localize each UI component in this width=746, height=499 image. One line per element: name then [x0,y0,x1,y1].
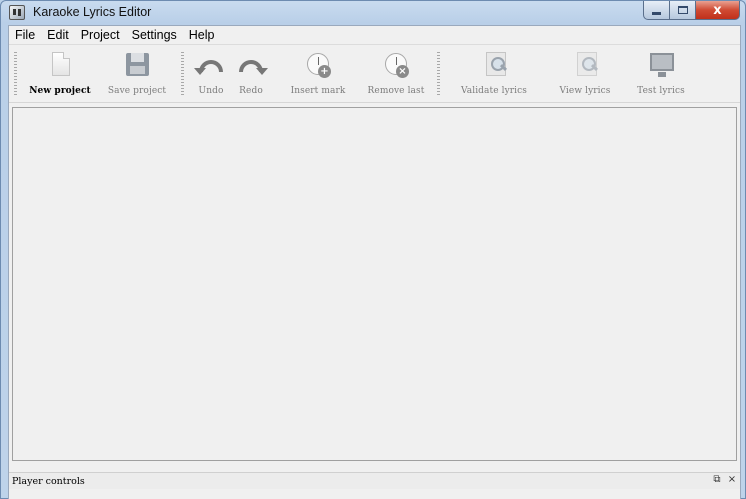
title-bar[interactable]: Karaoke Lyrics Editor x [1,1,745,25]
remove-last-label: Remove last [367,86,425,96]
maximize-button[interactable] [670,1,696,20]
new-document-icon [46,52,74,80]
save-project-label: Save project [107,86,167,96]
toolbar-grip[interactable] [14,52,17,96]
test-lyrics-button[interactable]: Test lyrics [627,50,695,102]
menu-bar: File Edit Project Settings Help [9,26,740,45]
close-dock-icon[interactable]: × [726,474,738,486]
monitor-icon [647,52,675,80]
redo-button[interactable]: Redo [235,50,268,102]
close-icon: x [713,2,722,18]
close-button[interactable]: x [696,1,740,20]
minimize-icon [652,11,661,15]
client-area: File Edit Project Settings Help New proj… [8,25,741,499]
menu-file[interactable]: File [9,26,41,45]
window-controls: x [643,1,740,20]
clock-plus-icon: + [304,52,332,80]
floppy-disk-icon [123,52,151,80]
maximize-icon [677,6,688,14]
minimize-button[interactable] [643,1,670,20]
undo-button[interactable]: Undo [194,50,227,102]
menu-edit[interactable]: Edit [41,26,75,45]
player-controls-dock: Player controls ⧉ × [9,472,740,489]
window-title: Karaoke Lyrics Editor [33,5,152,19]
new-project-button[interactable]: New project [27,50,93,102]
document-view-icon [571,52,599,80]
view-lyrics-button[interactable]: View lyrics [550,50,620,102]
menu-settings[interactable]: Settings [126,26,183,45]
menu-project[interactable]: Project [75,26,126,45]
new-project-label: New project [29,86,91,96]
test-lyrics-label: Test lyrics [637,86,685,96]
view-lyrics-label: View lyrics [559,86,611,96]
validate-lyrics-label: Validate lyrics [460,86,528,96]
redo-label: Redo [239,86,263,96]
validate-lyrics-button[interactable]: Validate lyrics [449,50,539,102]
float-dock-icon[interactable]: ⧉ [711,474,723,486]
document-magnifier-icon [480,52,508,80]
dock-buttons: ⧉ × [711,474,738,486]
clock-remove-icon: × [382,52,410,80]
toolbar-grip[interactable] [181,52,184,96]
redo-arrow-icon [237,52,268,80]
undo-arrow-icon [194,52,225,80]
toolbar-grip[interactable] [437,52,440,96]
undo-label: Undo [198,86,224,96]
lyrics-editor-area[interactable] [12,107,737,461]
remove-last-button[interactable]: × Remove last [363,50,429,102]
player-controls-title: Player controls [12,476,85,487]
app-icon[interactable] [9,5,25,20]
save-project-button[interactable]: Save project [101,50,173,102]
menu-help[interactable]: Help [183,26,221,45]
insert-mark-label: Insert mark [290,86,346,96]
insert-mark-button[interactable]: + Insert mark [285,50,351,102]
app-window: Karaoke Lyrics Editor x File Edit Projec… [0,0,746,499]
main-toolbar: New project Save project Undo Redo + Ins… [9,46,740,103]
